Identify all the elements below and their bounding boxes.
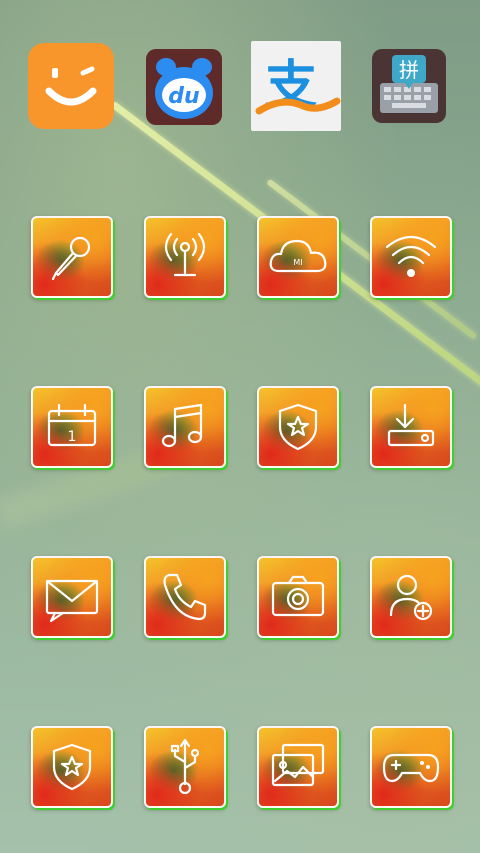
mail-icon[interactable] [31, 556, 113, 638]
gamepad-icon[interactable] [370, 726, 452, 808]
download-glyph [387, 403, 435, 447]
shield-star-icon[interactable] [257, 386, 339, 468]
alipay-logo-icon: 支 [255, 56, 341, 116]
music-glyph [161, 403, 203, 448]
mi-cloud-icon[interactable]: MI [257, 216, 339, 298]
camera-glyph [271, 575, 325, 617]
music-note-icon[interactable] [144, 386, 226, 468]
add-contact-icon[interactable] [370, 556, 452, 638]
svg-text:du: du [168, 84, 199, 109]
gamepad-glyph [382, 753, 440, 783]
home-icon-grid: du 支 拼 MI 1 [0, 0, 480, 853]
shield-glyph [52, 743, 92, 791]
baidu-app-icon[interactable]: du [146, 49, 222, 125]
usb-glyph [170, 738, 200, 795]
camera-icon[interactable] [257, 556, 339, 638]
microphone-glyph [51, 236, 91, 281]
download-icon[interactable] [370, 386, 452, 468]
envelope-glyph [45, 579, 99, 623]
phone-icon[interactable] [144, 556, 226, 638]
gallery-icon[interactable] [257, 726, 339, 808]
usb-icon[interactable] [144, 726, 226, 808]
security-shield-icon[interactable] [31, 726, 113, 808]
alipay-app-icon[interactable]: 支 [251, 41, 341, 131]
wifi-glyph [385, 235, 437, 277]
shield-glyph [278, 403, 318, 451]
cloud-glyph: MI [269, 239, 327, 273]
broadcast-tower-icon[interactable] [144, 216, 226, 298]
svg-text:MI: MI [293, 258, 302, 267]
gallery-glyph [271, 743, 325, 787]
microphone-icon[interactable] [31, 216, 113, 298]
person-add-glyph [389, 574, 433, 621]
smiley-app-icon[interactable] [28, 43, 114, 129]
svg-text:1: 1 [68, 429, 77, 445]
smiley-face-icon [45, 66, 97, 106]
calendar-icon[interactable]: 1 [31, 386, 113, 468]
pinyin-keyboard-icon[interactable]: 拼 [372, 49, 446, 123]
handset-glyph [163, 573, 207, 621]
keyboard-icon: 拼 [380, 55, 438, 113]
wifi-icon[interactable] [370, 216, 452, 298]
calendar-glyph: 1 [47, 403, 97, 447]
antenna-glyph [164, 232, 206, 277]
svg-text:拼: 拼 [399, 58, 419, 82]
baidu-paw-icon: du [155, 58, 213, 119]
